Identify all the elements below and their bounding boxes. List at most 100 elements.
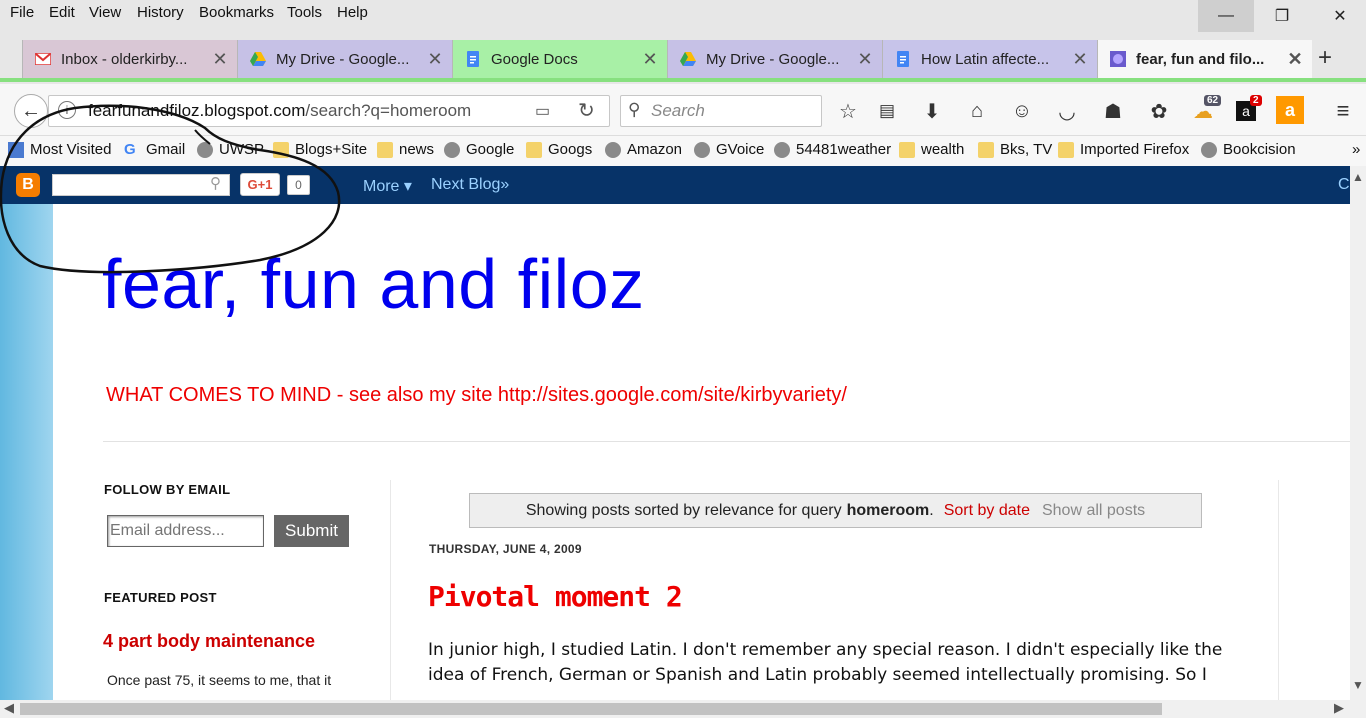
google-plus-button[interactable]: G+1 [240, 173, 280, 196]
bookmarks-overflow-icon[interactable]: » [1352, 141, 1360, 158]
bookmark-star-icon[interactable]: ☆ [835, 98, 861, 124]
featured-post-link[interactable]: 4 part body maintenance [103, 631, 315, 652]
folder-icon [899, 141, 915, 158]
bookmark-gmail[interactable]: G Gmail [124, 141, 185, 158]
tab-label: Inbox - olderkirby... [61, 50, 188, 68]
bookmark-amazon[interactable]: Amazon [605, 141, 682, 158]
bookmark-weather[interactable]: 54481weather [774, 141, 891, 158]
sort-by-date-link[interactable]: Sort by date [944, 502, 1030, 520]
most-visited-icon [8, 141, 24, 158]
privacy-icon[interactable]: ☗ [1100, 98, 1126, 124]
more-dropdown[interactable]: More ▾ [363, 176, 412, 196]
tab-accent-line [0, 78, 1366, 82]
menu-help[interactable]: Help [337, 4, 368, 21]
bookmark-google[interactable]: Google [444, 141, 514, 158]
url-text[interactable]: fearfunandfiloz.blogspot.com/search?q=ho… [88, 101, 471, 121]
menu-history[interactable]: History [137, 4, 184, 21]
scroll-left-icon[interactable]: ◀ [4, 700, 14, 716]
close-window-button[interactable]: ✕ [1318, 0, 1362, 32]
minimize-button[interactable]: — [1198, 0, 1254, 32]
chat-icon[interactable]: ☺ [1009, 98, 1035, 124]
tab-fear-fun-filoz[interactable]: fear, fun and filo... ✕ [1097, 40, 1312, 78]
bookmark-gvoice[interactable]: GVoice [694, 141, 764, 158]
globe-icon [1201, 141, 1217, 158]
bookmark-bookcision[interactable]: Bookcision [1201, 141, 1296, 158]
docs-icon [465, 51, 481, 67]
blog-search-input[interactable] [52, 174, 230, 196]
create-blog-link[interactable]: C [1338, 176, 1350, 194]
tab-google-docs[interactable]: Google Docs ✕ [452, 40, 667, 78]
download-icon[interactable]: ⬇ [919, 98, 945, 124]
blog-search-icon[interactable]: ⚲ [210, 174, 221, 192]
tab-label: fear, fun and filo... [1136, 50, 1265, 68]
pocket-icon[interactable]: ◡ [1054, 98, 1080, 124]
home-icon[interactable]: ⌂ [964, 98, 990, 124]
weather-badge: 62 [1204, 95, 1222, 106]
blogger-logo-icon[interactable]: B [16, 173, 40, 197]
bookmark-imported-firefox[interactable]: Imported Firefox [1058, 141, 1189, 158]
featured-post-snippet: Once past 75, it seems to me, that it [107, 672, 332, 688]
new-tab-button[interactable]: + [1318, 44, 1332, 72]
globe-icon [694, 141, 710, 158]
tab-close-icon[interactable]: ✕ [209, 49, 231, 70]
bookmark-uwsp[interactable]: UWSP [197, 141, 264, 158]
submit-button[interactable]: Submit [274, 515, 349, 547]
scroll-down-icon[interactable]: ▼ [1350, 678, 1366, 692]
horizontal-scroll-thumb[interactable] [20, 703, 1162, 715]
back-button[interactable]: ← [14, 94, 48, 128]
post-body: In junior high, I studied Latin. I don't… [428, 638, 1258, 688]
tab-inbox[interactable]: Inbox - olderkirby... ✕ [22, 40, 237, 78]
next-blog-link[interactable]: Next Blog» [431, 176, 509, 194]
email-field[interactable] [107, 515, 264, 547]
bookmark-label: Gmail [146, 141, 186, 158]
amazon-icon[interactable]: a [1276, 96, 1304, 124]
tab-my-drive[interactable]: My Drive - Google... ✕ [237, 40, 452, 78]
menu-view[interactable]: View [89, 4, 121, 21]
tab-close-icon[interactable]: ✕ [1069, 49, 1091, 70]
folder-icon [377, 141, 393, 158]
palette-icon[interactable]: ✿ [1146, 98, 1172, 124]
post-title[interactable]: Pivotal moment 2 [428, 580, 683, 613]
search-placeholder: Search [651, 101, 705, 120]
bookmark-label: Bookcision [1223, 141, 1296, 158]
bookmark-label: 54481weather [796, 141, 892, 158]
bookmark-wealth[interactable]: wealth [899, 141, 964, 158]
tab-close-icon[interactable]: ✕ [1284, 49, 1306, 70]
tab-close-icon[interactable]: ✕ [424, 49, 446, 70]
menu-tools[interactable]: Tools [287, 4, 322, 21]
bookmark-label: Amazon [627, 141, 683, 158]
bookmark-bks-tv[interactable]: Bks, TV [978, 141, 1052, 158]
menu-edit[interactable]: Edit [49, 4, 75, 21]
column-divider-right [1278, 480, 1279, 700]
tab-close-icon[interactable]: ✕ [854, 49, 876, 70]
scroll-up-icon[interactable]: ▲ [1350, 170, 1366, 184]
hamburger-menu-icon[interactable]: ≡ [1330, 98, 1356, 124]
post-date: THURSDAY, JUNE 4, 2009 [429, 542, 582, 556]
bookmark-label: Bks, TV [1000, 141, 1053, 158]
bookmark-googs[interactable]: Googs [526, 141, 592, 158]
menu-file[interactable]: File [10, 4, 34, 21]
reader-view-icon[interactable]: ▭ [535, 101, 550, 121]
tab-close-icon[interactable]: ✕ [639, 49, 661, 70]
tab-my-drive-2[interactable]: My Drive - Google... ✕ [667, 40, 882, 78]
browser-window: File Edit View History Bookmarks Tools H… [0, 0, 1366, 718]
url-path: /search?q=homeroom [305, 101, 472, 120]
vertical-scrollbar[interactable]: ▲ ▼ [1350, 166, 1366, 700]
show-all-posts-link[interactable]: Show all posts [1042, 502, 1145, 520]
bookmark-news[interactable]: news [377, 141, 434, 158]
bookmark-blogs-site[interactable]: Blogs+Site [273, 141, 367, 158]
featured-post-heading: FEATURED POST [104, 590, 217, 605]
menu-bookmarks[interactable]: Bookmarks [199, 4, 274, 21]
tab-how-latin[interactable]: How Latin affecte... ✕ [882, 40, 1097, 78]
blog-title[interactable]: fear, fun and filoz [102, 244, 645, 324]
google-icon: G [124, 140, 136, 158]
restore-button[interactable]: ❐ [1260, 0, 1304, 32]
google-plus-count: 0 [287, 175, 310, 195]
scroll-right-icon[interactable]: ▶ [1334, 700, 1344, 716]
reload-icon[interactable]: ↻ [578, 98, 595, 123]
folder-icon [1058, 141, 1074, 158]
info-icon[interactable]: i [58, 101, 76, 119]
reading-list-icon[interactable]: ▤ [874, 98, 900, 124]
bookmark-label: UWSP [219, 141, 264, 158]
bookmark-most-visited[interactable]: Most Visited [8, 141, 111, 158]
